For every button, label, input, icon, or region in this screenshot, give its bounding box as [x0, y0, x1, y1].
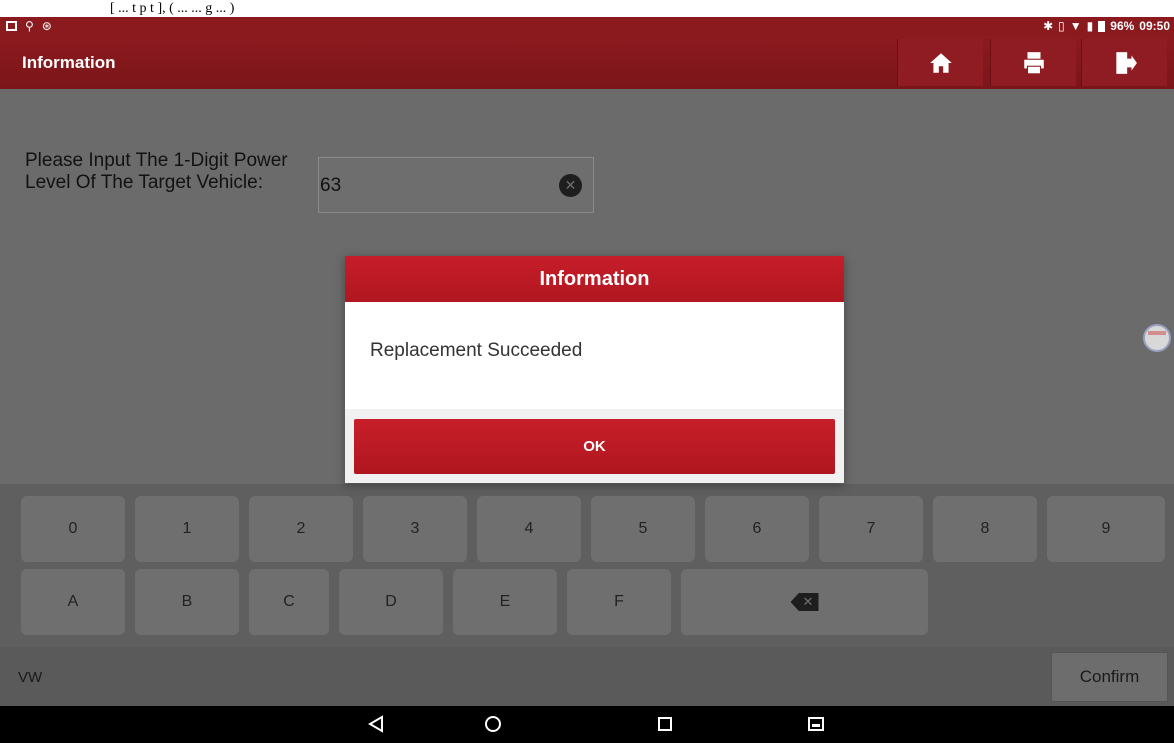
usb-icon: ⚲: [25, 19, 34, 33]
battery-icon: [1098, 21, 1106, 32]
bluetooth-icon: ✱: [1043, 19, 1054, 33]
key-3[interactable]: 3: [363, 496, 467, 562]
clear-input-icon[interactable]: ✕: [559, 174, 582, 197]
input-prompt-label: Please Input The 1-Digit Power Level Of …: [25, 150, 288, 193]
back-icon: [368, 715, 383, 733]
key-7[interactable]: 7: [819, 496, 923, 562]
home-nav-button[interactable]: [481, 712, 505, 736]
vehicle-label: VW: [18, 669, 43, 686]
back-nav-button[interactable]: [364, 712, 388, 736]
dialog-footer: OK: [345, 409, 844, 483]
key-d[interactable]: D: [339, 569, 443, 635]
confirm-button[interactable]: Confirm: [1051, 652, 1168, 702]
image-icon: [6, 21, 17, 31]
top-cropped-text: [ ... t p t ], ( ... ... g ... ): [0, 0, 1174, 17]
screenshot-nav-button[interactable]: [804, 712, 828, 736]
print-icon: [1023, 51, 1044, 74]
wifi-icon: ▼: [1069, 19, 1082, 33]
key-1[interactable]: 1: [135, 496, 239, 562]
system-nav-bar: [0, 706, 1174, 743]
key-8[interactable]: 8: [933, 496, 1037, 562]
dialog-message: Replacement Succeeded: [370, 340, 583, 361]
key-f[interactable]: F: [567, 569, 671, 635]
square-recents-icon: [658, 717, 672, 731]
home-icon: [929, 52, 952, 73]
key-5[interactable]: 5: [591, 496, 695, 562]
bluetooth-icon: ⊛: [41, 19, 52, 33]
information-dialog: Information Replacement Succeeded OK: [345, 256, 844, 483]
floating-assistant-icon[interactable]: [1143, 324, 1171, 352]
bottom-bar: VW Confirm: [0, 647, 1174, 706]
dialog-title: Information: [345, 256, 844, 302]
backspace-icon: ✕: [790, 593, 819, 611]
page-title: Information: [22, 53, 116, 72]
battery-level: 96%: [1110, 19, 1135, 33]
print-button[interactable]: [990, 39, 1076, 86]
key-a[interactable]: A: [21, 569, 125, 635]
key-9[interactable]: 9: [1047, 496, 1165, 562]
key-e[interactable]: E: [453, 569, 557, 635]
power-level-input[interactable]: 63 ✕: [318, 157, 594, 213]
screenshot-icon: [808, 717, 824, 731]
key-2[interactable]: 2: [249, 496, 353, 562]
recents-nav-button[interactable]: [653, 712, 677, 736]
power-level-value: 63: [320, 175, 342, 196]
exit-icon: [1115, 51, 1137, 74]
hex-keyboard: 0 1 2 3 4 5 6 7 8 9 A B C D E F ✕: [0, 484, 1174, 647]
signal-icon: ▮: [1086, 19, 1094, 33]
vibrate-icon: ▯: [1058, 19, 1065, 33]
home-button[interactable]: [897, 39, 983, 86]
exit-button[interactable]: [1081, 39, 1167, 86]
key-6[interactable]: 6: [705, 496, 809, 562]
backspace-key[interactable]: ✕: [681, 569, 928, 635]
status-bar: ⚲ ⊛ ✱ ▯ ▼ ▮ 96% 09:50: [0, 17, 1174, 36]
ok-button[interactable]: OK: [354, 419, 835, 474]
key-c[interactable]: C: [249, 569, 329, 635]
circle-home-icon: [485, 716, 501, 732]
clock: 09:50: [1139, 19, 1170, 33]
key-4[interactable]: 4: [477, 496, 581, 562]
key-0[interactable]: 0: [21, 496, 125, 562]
app-bar: Information: [0, 36, 1174, 89]
key-b[interactable]: B: [135, 569, 239, 635]
